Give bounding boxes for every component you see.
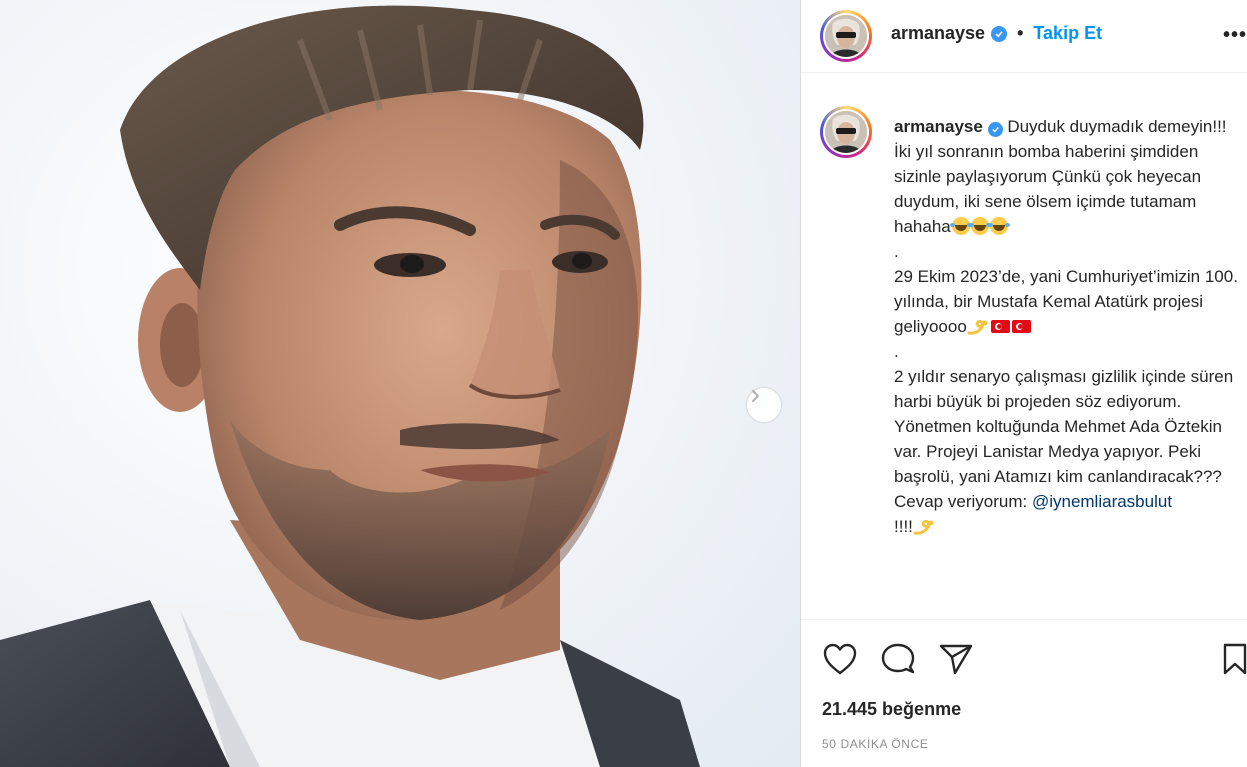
header-username[interactable]: armanayse <box>891 23 985 44</box>
heart-icon[interactable] <box>822 642 858 676</box>
dizzy-emoji-icon <box>967 319 988 335</box>
more-options-icon[interactable]: ••• <box>1223 24 1247 47</box>
chevron-right-icon <box>752 390 759 402</box>
avatar-image <box>825 15 867 57</box>
caption-dot-2: . <box>894 342 899 361</box>
post-caption: armanayse Duyduk duymadık demeyin!!! İki… <box>894 114 1246 539</box>
follow-button[interactable]: Takip Et <box>1033 23 1102 44</box>
bookmark-icon[interactable] <box>1221 642 1247 676</box>
laughing-emoji-icon <box>949 217 970 235</box>
post-photo[interactable] <box>0 0 800 767</box>
verified-badge-icon <box>987 122 1003 137</box>
caption-text-2: 29 Ekim 2023’de, yani Cumhuriyet’imizin … <box>894 267 1238 336</box>
header-separator: • <box>1017 23 1024 43</box>
turkish-flag-emoji-icon <box>990 320 1010 333</box>
dizzy-emoji-icon <box>913 519 934 535</box>
laughing-emoji-icon <box>987 217 1008 235</box>
caption-text-3: 2 yıldır senaryo çalışması gizlilik için… <box>894 367 1234 511</box>
caption-dot-1: . <box>894 242 899 261</box>
paper-plane-icon[interactable] <box>938 642 974 676</box>
verified-badge-icon <box>991 25 1008 42</box>
caption-username[interactable]: armanayse <box>894 117 983 136</box>
laughing-emoji-icon <box>968 217 989 235</box>
portrait-image <box>0 0 800 767</box>
likes-count[interactable]: 21.445 beğenme <box>822 699 961 720</box>
avatar[interactable] <box>820 10 872 62</box>
turkish-flag-emoji-icon <box>1011 320 1031 333</box>
caption-tail: !!!! <box>894 517 913 536</box>
caption-avatar-image <box>825 111 867 153</box>
mention-link[interactable]: @iynemliarasbulut <box>1032 492 1172 511</box>
post-header: armanayse • Takip Et ••• <box>801 0 1247 73</box>
next-photo-button[interactable] <box>747 388 781 422</box>
caption-area: armanayse Duyduk duymadık demeyin!!! İki… <box>801 90 1247 618</box>
post-actions: 21.445 beğenme 50 DAKİKA ÖNCE <box>801 620 1247 767</box>
post-timestamp[interactable]: 50 DAKİKA ÖNCE <box>822 737 928 751</box>
comment-icon[interactable] <box>880 642 916 676</box>
caption-avatar[interactable] <box>820 106 872 158</box>
post-side-panel: armanayse • Takip Et ••• armanayse Duydu… <box>801 0 1247 767</box>
